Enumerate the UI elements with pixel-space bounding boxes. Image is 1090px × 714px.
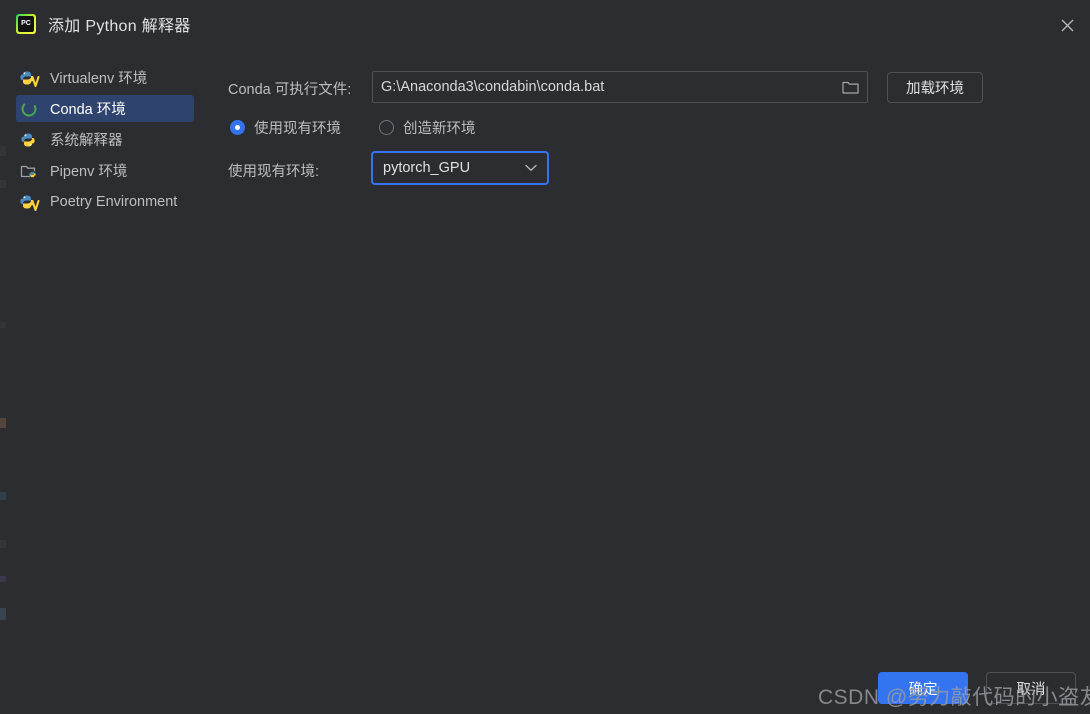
radio-create-new-environment[interactable]: 创造新环境 [379,117,476,138]
radio-use-existing-environment[interactable]: 使用现有环境 [230,117,341,138]
existing-environment-label: 使用现有环境: [228,164,320,180]
radio-mark-icon [379,120,394,135]
add-python-interpreter-dialog: PC 添加 Python 解释器 Virtualenv 环境 Conda 环境 … [0,0,1090,714]
radio-label: 使用现有环境 [254,121,341,137]
existing-environment-dropdown[interactable]: pytorch_GPU [371,151,549,185]
radio-mark-icon [230,120,245,135]
load-environments-button[interactable]: 加载环境 [887,72,983,103]
conda-executable-field[interactable]: G:\Anaconda3\condabin\conda.bat [372,71,868,103]
environment-mode-radio-group: 使用现有环境 创造新环境 [230,117,476,138]
conda-executable-value: G:\Anaconda3\condabin\conda.bat [381,79,605,95]
chevron-down-icon [515,164,547,172]
cancel-button[interactable]: 取消 [986,672,1076,704]
conda-settings-panel: Conda 可执行文件: G:\Anaconda3\condabin\conda… [0,0,1090,714]
conda-executable-label: Conda 可执行文件: [228,82,352,98]
radio-label: 创造新环境 [403,121,476,137]
folder-icon[interactable] [833,72,867,102]
existing-environment-value: pytorch_GPU [383,160,471,176]
ok-button[interactable]: 确定 [878,672,968,704]
